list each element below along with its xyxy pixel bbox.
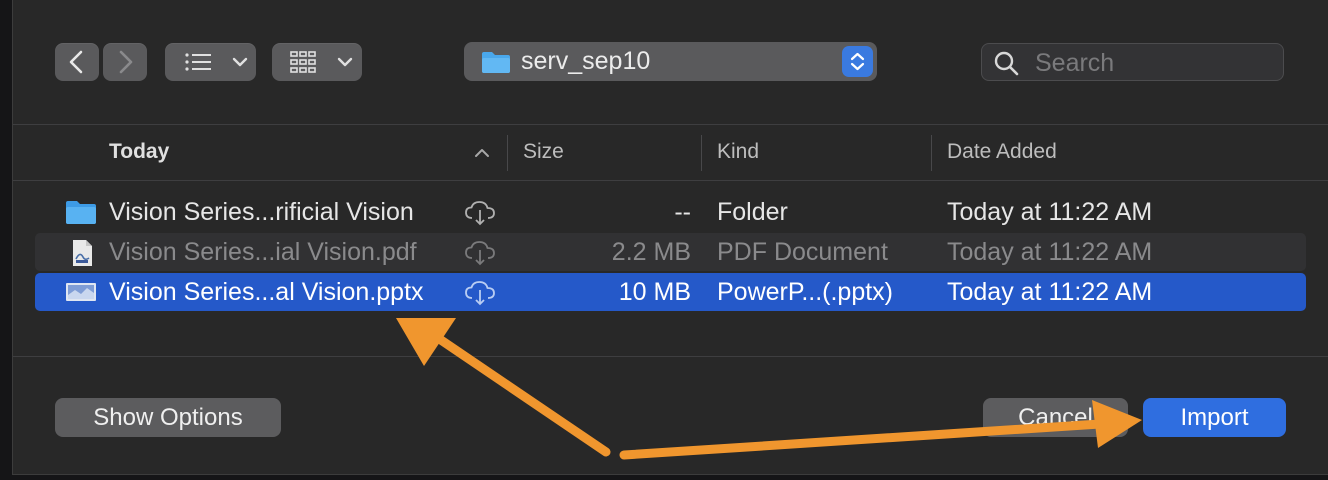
annotation-arrow-to-file <box>396 318 611 457</box>
annotation-arrow-to-import <box>619 400 1142 460</box>
annotation-arrows <box>396 318 1142 460</box>
